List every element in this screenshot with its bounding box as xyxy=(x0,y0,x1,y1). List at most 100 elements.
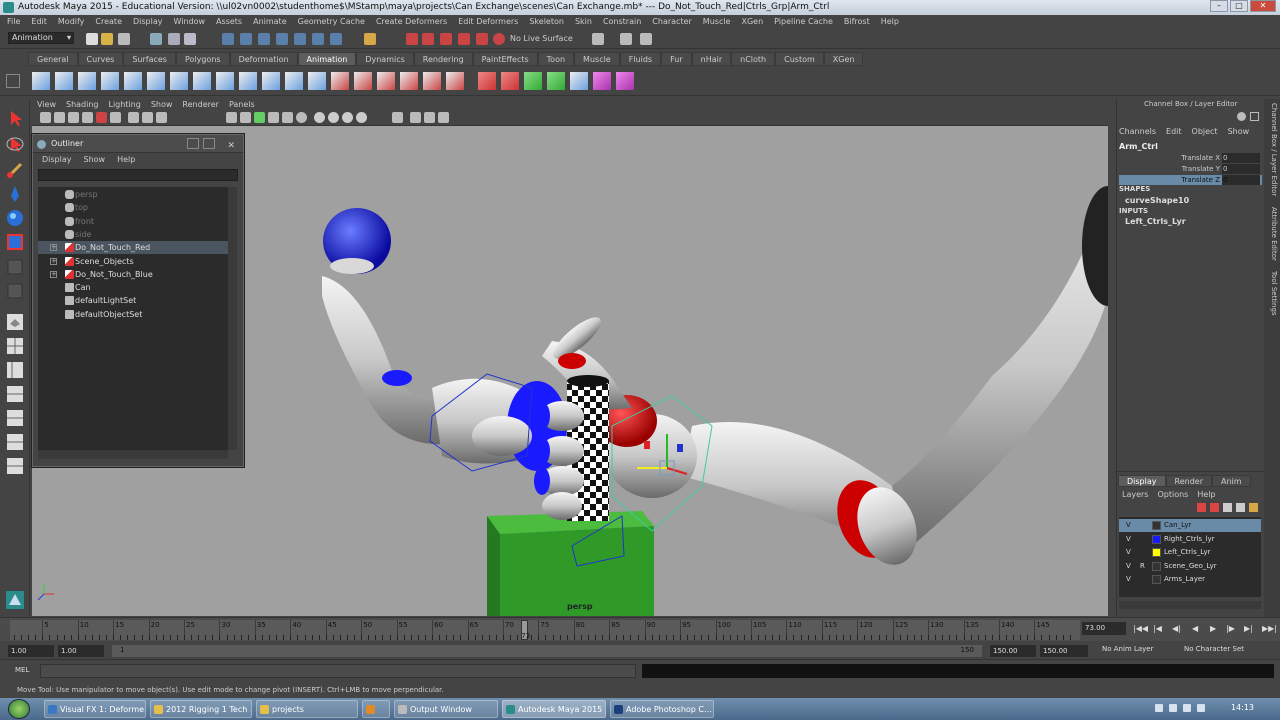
side-tab-channel-box[interactable]: Channel Box / Layer Editor xyxy=(1266,103,1278,196)
current-frame-field[interactable]: 73.00 xyxy=(1082,622,1126,635)
shelf-tab-deformation[interactable]: Deformation xyxy=(229,52,298,66)
joint-tool-icon[interactable] xyxy=(124,72,142,90)
start-button[interactable] xyxy=(8,699,30,719)
2d-pan-zoom-icon[interactable] xyxy=(96,112,107,123)
grid-toggle-icon[interactable] xyxy=(128,112,139,123)
outliner-maximize-button[interactable] xyxy=(203,138,215,149)
select-object-icon[interactable] xyxy=(168,33,180,45)
time-ruler[interactable]: 5 10 15 20 25 30 35 40 45 50 55 60 65 70 75 80 85 90 95 100… xyxy=(10,620,1080,640)
persp-graph-layout-icon[interactable] xyxy=(5,384,25,404)
ambient-occlusion-icon[interactable] xyxy=(314,112,325,123)
outliner-item[interactable]: defaultLightSet xyxy=(38,294,228,307)
minimize-button[interactable]: – xyxy=(1210,0,1228,12)
grease-pencil-icon[interactable] xyxy=(110,112,121,123)
shelf-tab-custom[interactable]: Custom xyxy=(775,52,824,66)
channel-menu-channels[interactable]: Channels xyxy=(1119,127,1156,136)
depth-of-field-icon[interactable] xyxy=(356,112,367,123)
animation-end-field[interactable]: 150.00 xyxy=(1040,645,1088,657)
menu-set-selector[interactable]: Animation ▾ xyxy=(8,32,74,44)
layer-menu-help[interactable]: Help xyxy=(1197,490,1215,499)
mirror-joint-icon[interactable] xyxy=(262,72,280,90)
persp-hypershade-layout-icon[interactable] xyxy=(5,408,25,428)
outliner-item[interactable]: persp xyxy=(38,188,228,201)
layer-row[interactable]: V Right_Ctrls_lyr xyxy=(1119,533,1261,546)
menu-edit[interactable]: Edit xyxy=(31,15,47,29)
channel-attribute[interactable]: Translate X0 xyxy=(1119,153,1262,163)
snap-grid-icon[interactable] xyxy=(222,33,234,45)
wireframe-on-shaded-icon[interactable] xyxy=(254,112,265,123)
shelf-tab-surfaces[interactable]: Surfaces xyxy=(123,52,176,66)
panel-menu-shading[interactable]: Shading xyxy=(66,99,99,110)
menu-display[interactable]: Display xyxy=(133,15,163,29)
set-breakdown-icon[interactable] xyxy=(55,72,73,90)
orient-joint-icon[interactable] xyxy=(239,72,257,90)
layer-color-swatch[interactable] xyxy=(1152,534,1161,544)
input-ops-icon[interactable] xyxy=(330,33,342,45)
taskbar-task[interactable] xyxy=(362,700,390,718)
shelf-tab-ncloth[interactable]: nCloth xyxy=(731,52,776,66)
persp-outliner-layout-icon[interactable] xyxy=(5,360,25,380)
menu-window[interactable]: Window xyxy=(174,15,206,29)
input-node[interactable]: Left_Ctrls_Lyr xyxy=(1125,217,1186,226)
textured-icon[interactable] xyxy=(268,112,279,123)
shelf-tab-curves[interactable]: Curves xyxy=(77,52,124,66)
tray-power-icon[interactable] xyxy=(1197,704,1205,712)
shadows-icon[interactable] xyxy=(296,112,307,123)
menu-skeleton[interactable]: Skeleton xyxy=(529,15,564,29)
history-icon[interactable] xyxy=(312,33,324,45)
snap-curve-icon[interactable] xyxy=(240,33,252,45)
layer-color-swatch[interactable] xyxy=(1152,548,1161,557)
ik-handle-icon[interactable] xyxy=(147,72,165,90)
menu-create-deformers[interactable]: Create Deformers xyxy=(376,15,447,29)
side-tab-tool-settings[interactable]: Tool Settings xyxy=(1266,271,1278,316)
select-component-icon[interactable] xyxy=(184,33,196,45)
shape-node[interactable]: curveShape10 xyxy=(1125,196,1189,205)
channel-box-toggle-icon[interactable] xyxy=(620,33,632,45)
shelf-tab-muscle[interactable]: Muscle xyxy=(574,52,620,66)
taskbar-task[interactable]: Adobe Photoshop C... xyxy=(610,700,714,718)
hypershade-icon[interactable] xyxy=(458,33,470,45)
menu-modify[interactable]: Modify xyxy=(58,15,85,29)
xray-icon[interactable] xyxy=(410,112,421,123)
shelf-tab-general[interactable]: General xyxy=(28,52,78,66)
menu-geometry-cache[interactable]: Geometry Cache xyxy=(298,15,365,29)
taskbar-task[interactable]: Autodesk Maya 2015 ... xyxy=(502,700,606,718)
menu-skin[interactable]: Skin xyxy=(575,15,592,29)
outliner-item[interactable]: + Do_Not_Touch_Blue xyxy=(38,268,228,281)
side-tab-attribute-editor[interactable]: Attribute Editor xyxy=(1266,207,1278,261)
shelf-tab-polygons[interactable]: Polygons xyxy=(175,52,230,66)
new-layer-selected-icon[interactable] xyxy=(1236,503,1245,512)
play-forwards-button[interactable]: ▶ xyxy=(1210,624,1216,633)
lattice-icon[interactable] xyxy=(308,72,326,90)
shelf-tab-fluids[interactable]: Fluids xyxy=(619,52,662,66)
lasso-tool-icon[interactable] xyxy=(5,134,25,154)
layer-color-swatch[interactable] xyxy=(1152,521,1161,530)
menu-create[interactable]: Create xyxy=(95,15,122,29)
step-forward-frame-button[interactable]: |▶ xyxy=(1226,624,1235,633)
expand-icon[interactable]: + xyxy=(50,244,57,252)
layer-visibility-toggle[interactable]: V xyxy=(1126,533,1131,546)
layer-tab-render[interactable]: Render xyxy=(1165,475,1212,487)
render-settings-icon[interactable] xyxy=(440,33,452,45)
go-to-end-button[interactable]: ▶▶| xyxy=(1262,624,1277,633)
menu-assets[interactable]: Assets xyxy=(216,15,242,29)
menu-help[interactable]: Help xyxy=(881,15,899,29)
outliner-item[interactable]: defaultObjectSet xyxy=(38,308,228,321)
open-scene-icon[interactable] xyxy=(101,33,113,45)
outliner-horizontal-scrollbar[interactable] xyxy=(38,450,228,459)
bookmarks-icon[interactable] xyxy=(68,112,79,123)
single-perspective-layout-icon[interactable] xyxy=(5,312,25,332)
tray-flag-icon[interactable] xyxy=(1155,704,1163,712)
outliner-titlebar[interactable]: Outliner ✕ xyxy=(33,135,243,153)
lock-icon[interactable] xyxy=(364,33,376,45)
menu-character[interactable]: Character xyxy=(652,15,692,29)
attribute-value-field[interactable]: 0 xyxy=(1222,153,1260,163)
close-button[interactable]: ✕ xyxy=(1250,0,1276,12)
ik-spline-icon[interactable] xyxy=(170,72,188,90)
channel-menu-object[interactable]: Object xyxy=(1192,127,1218,136)
xray-components-icon[interactable] xyxy=(438,112,449,123)
taskbar-task[interactable]: projects xyxy=(256,700,358,718)
taskbar-task[interactable]: Output Window xyxy=(394,700,498,718)
dope-sheet-icon[interactable] xyxy=(501,72,519,90)
move-layer-up-icon[interactable] xyxy=(1197,503,1206,512)
